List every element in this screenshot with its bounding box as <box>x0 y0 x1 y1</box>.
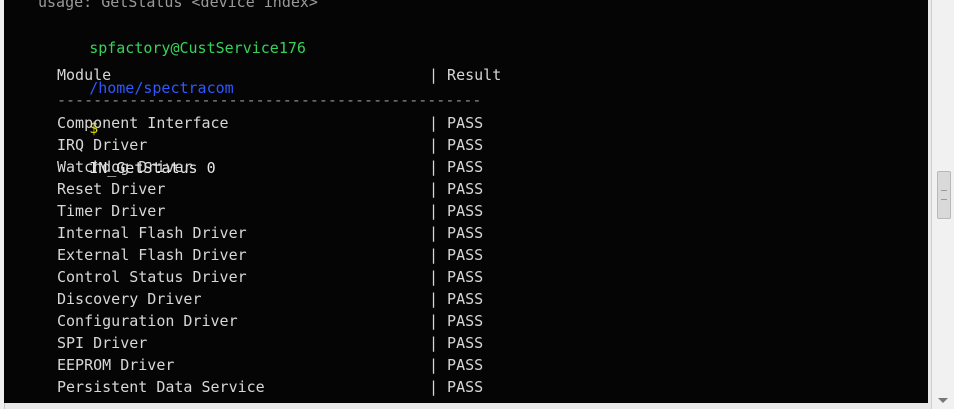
module-name: Configuration Driver <box>57 312 238 330</box>
table-row: Configuration Driver | PASS <box>4 312 928 334</box>
chevron-down-icon[interactable] <box>938 398 948 403</box>
module-result: | PASS <box>429 268 484 286</box>
prompt-user: spfactory@CustService176 <box>89 39 306 57</box>
module-name: Reset Driver <box>57 180 166 198</box>
module-name: Watchdog Driver <box>57 158 193 176</box>
module-name: Discovery Driver <box>57 290 202 308</box>
module-name: Control Status Driver <box>57 268 247 286</box>
table-row: Internal Flash Driver | PASS <box>4 224 928 246</box>
table-row: External Flash Driver | PASS <box>4 246 928 268</box>
module-result: | PASS <box>429 158 484 176</box>
table-row: EEPROM Driver | PASS <box>4 356 928 378</box>
module-name: IRQ Driver <box>57 136 148 154</box>
command-prompt-line: spfactory@CustService176 /home/spectraco… <box>35 18 306 177</box>
table-row: Component Interface | PASS <box>4 114 928 136</box>
module-result: | PASS <box>429 334 484 352</box>
module-result: | PASS <box>429 224 484 242</box>
table-row: Control Status Driver | PASS <box>4 268 928 290</box>
table-row: Watchdog Driver | PASS <box>4 158 928 180</box>
result-column-header: | Result <box>429 66 502 84</box>
scroll-thumb-icon[interactable] <box>937 171 951 219</box>
module-name: Timer Driver <box>57 202 166 220</box>
table-row: IRQ Driver | PASS <box>4 136 928 158</box>
table-row: Discovery Driver | PASS <box>4 290 928 312</box>
module-result: | PASS <box>429 312 484 330</box>
table-row: Timer Driver | PASS <box>4 202 928 224</box>
module-result: | PASS <box>429 114 484 132</box>
module-result: | PASS <box>429 290 484 308</box>
module-name: Persistent Data Service <box>57 378 265 396</box>
module-result: | PASS <box>429 246 484 264</box>
module-name: SPI Driver <box>57 334 148 352</box>
table-separator: ----------------------------------------… <box>57 91 482 109</box>
table-row: SPI Driver | PASS <box>4 334 928 356</box>
module-result: | PASS <box>429 202 484 220</box>
terminal-window: usage: GetStatus <device index> spfactor… <box>0 0 954 409</box>
module-column-header: Module <box>57 66 112 84</box>
terminal-output[interactable]: usage: GetStatus <device index> spfactor… <box>4 0 928 403</box>
module-name: Component Interface <box>57 114 229 132</box>
module-name: External Flash Driver <box>57 246 247 264</box>
module-result: | PASS <box>429 378 484 396</box>
module-result: | PASS <box>429 180 484 198</box>
module-name: EEPROM Driver <box>57 356 175 374</box>
table-row: Persistent Data Service | PASS <box>4 378 928 400</box>
module-result: | PASS <box>429 136 484 154</box>
vertical-scrollbar[interactable] <box>931 0 954 409</box>
module-name: Internal Flash Driver <box>57 224 247 242</box>
table-row: Reset Driver | PASS <box>4 180 928 202</box>
module-result: | PASS <box>429 356 484 374</box>
usage-line: usage: GetStatus <device index> <box>38 0 318 11</box>
